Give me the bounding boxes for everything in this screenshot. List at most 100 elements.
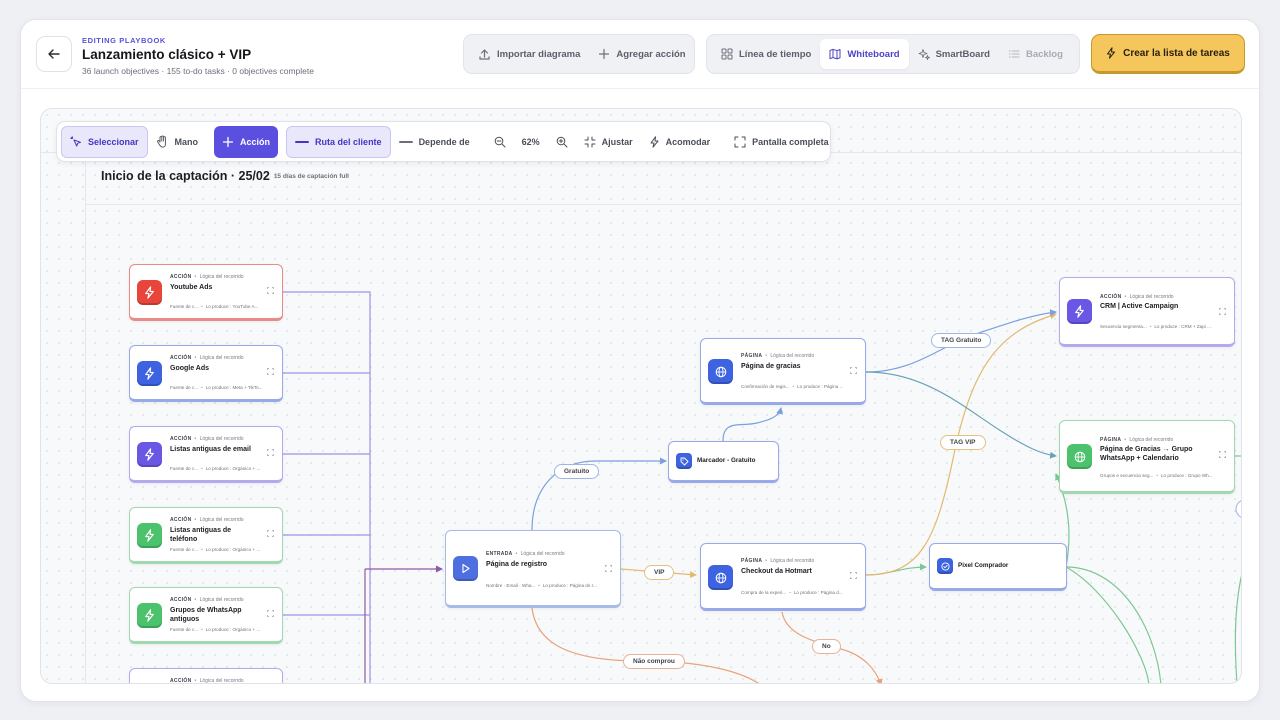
- tab-backlog[interactable]: Backlog: [999, 39, 1072, 69]
- expand-icon[interactable]: [850, 572, 857, 579]
- lightning-icon: [145, 529, 154, 542]
- expand-icon[interactable]: [267, 368, 274, 375]
- minimize-icon: [584, 136, 596, 147]
- hand-icon: [156, 135, 166, 148]
- play-icon: [462, 563, 470, 574]
- expand-icon[interactable]: [267, 287, 274, 294]
- dependency-line-icon: [398, 140, 413, 143]
- node-title: Marcador - Gratuito: [697, 456, 756, 464]
- node-icon: [708, 359, 733, 384]
- node-checkout-hotmart[interactable]: PÁGINA • Lógica del recorrido Checkout da …: [700, 543, 866, 611]
- arrange-label: Acomodar: [665, 136, 711, 147]
- fit-view-label: Ajustar: [601, 136, 633, 147]
- import-diagram-button[interactable]: Importar diagrama: [469, 39, 589, 69]
- expand-icon[interactable]: [605, 565, 612, 572]
- tab-timeline[interactable]: Línea de tiempo: [712, 39, 820, 69]
- node-title: Grupos de WhatsApp antiguos: [170, 607, 242, 623]
- hand-tool-button[interactable]: Mano: [148, 126, 207, 158]
- globe-icon: [715, 572, 726, 583]
- diagram-actions-group: Importar diagrama Agregar acción: [463, 34, 695, 74]
- lightning-icon: [145, 286, 154, 299]
- lightning-icon: [145, 367, 154, 380]
- tag-icon: [680, 457, 688, 465]
- zoom-in-icon: [556, 136, 568, 147]
- expand-icon[interactable]: [1219, 451, 1226, 458]
- tab-backlog-label: Backlog: [1025, 48, 1063, 60]
- lightning-icon: [145, 448, 154, 461]
- node-pagina-registro[interactable]: ENTRADA • Lógica del recorrido Página de r…: [445, 530, 621, 608]
- tab-whiteboard[interactable]: Whiteboard: [820, 39, 909, 69]
- add-action-label: Agregar acción: [616, 48, 686, 60]
- node-title: Youtube Ads: [170, 284, 213, 291]
- map-icon: [829, 48, 841, 60]
- upload-icon: [479, 48, 490, 60]
- fit-view-button[interactable]: Ajustar: [576, 126, 641, 158]
- select-tool-button[interactable]: Seleccionar: [61, 125, 148, 158]
- arrow-left-icon: [48, 49, 60, 59]
- edge-label-no[interactable]: No: [812, 639, 841, 654]
- tab-smartboard-label: SmartBoard: [935, 48, 990, 60]
- expand-icon[interactable]: [850, 367, 857, 374]
- add-action-tool-label: Acción: [240, 136, 271, 147]
- back-button[interactable]: [36, 36, 72, 72]
- canvas-toolbar: Seleccionar Mano Acción Ruta del cliente…: [56, 121, 831, 162]
- node-title: Listas antiguas de teléfono: [170, 527, 232, 543]
- globe-icon: [1074, 451, 1085, 462]
- node-title: Listas antiguas de email: [170, 446, 251, 453]
- node-icon: [708, 565, 733, 590]
- node-title: Página de registro: [486, 561, 548, 568]
- arrange-button[interactable]: Acomodar: [641, 126, 719, 158]
- add-action-button[interactable]: Agregar acción: [589, 39, 694, 69]
- create-task-list-button[interactable]: Crear la lista de tareas: [1091, 34, 1245, 74]
- customer-route-tool-button[interactable]: Ruta del cliente: [286, 125, 391, 158]
- node-gracias-grupo-whatsapp[interactable]: PÁGINA • Lógica del recorrido Página de Gr…: [1059, 420, 1235, 494]
- view-switcher: Línea de tiempo Whiteboard SmartBoard Ba…: [706, 34, 1080, 74]
- node-action-partial[interactable]: ACCIÓN • Lógica del recorrido: [129, 668, 283, 684]
- node-whatsapp-groups[interactable]: ACCIÓN • Lógica del recorrido Grupos de Wh…: [129, 587, 283, 644]
- depends-on-label: Depende de: [418, 136, 470, 147]
- customer-route-label: Ruta del cliente: [315, 136, 382, 147]
- edge-label-gratuito[interactable]: Gratuito: [554, 464, 600, 479]
- node-pagina-gracias[interactable]: PÁGINA • Lógica del recorrido Página de gr…: [700, 338, 866, 405]
- node-title: CRM | Active Campaign: [1100, 303, 1179, 310]
- edge-label-tag-gratuito[interactable]: TAG Gratuito: [931, 333, 992, 348]
- sparkles-icon: [918, 49, 930, 60]
- node-email-lists[interactable]: ACCIÓN • Lógica del recorrido Listas antig…: [129, 426, 283, 483]
- expand-icon[interactable]: [267, 610, 274, 617]
- node-marcador-gratuito[interactable]: Marcador - Gratuito: [668, 441, 779, 483]
- whiteboard-canvas[interactable]: Inicio de la captación · 25/02 15 días de…: [40, 108, 1242, 684]
- node-title: Google Ads: [170, 365, 210, 372]
- node-meta: ACCIÓN • Lógica del recorrido: [170, 597, 244, 603]
- fullscreen-button[interactable]: Pantalla completa: [726, 126, 837, 158]
- expand-icon[interactable]: [267, 449, 274, 456]
- node-youtube-ads[interactable]: ACCIÓN • Lógica del recorrido Youtube Ads …: [129, 264, 283, 321]
- node-meta: ACCIÓN • Lógica del recorrido: [1100, 294, 1174, 300]
- node-meta: ACCIÓN • Lógica del recorrido: [170, 355, 244, 361]
- zoom-out-button[interactable]: [486, 126, 514, 158]
- depends-on-tool-button[interactable]: Depende de: [391, 126, 478, 158]
- edge-label-tag-vip[interactable]: TAG VIP: [940, 435, 986, 450]
- node-icon: [137, 523, 162, 548]
- edge-label-nao-comprou[interactable]: Não comprou: [623, 654, 685, 669]
- node-meta: ACCIÓN • Lógica del recorrido: [170, 678, 244, 684]
- node-icon: [676, 453, 692, 469]
- node-icon: [453, 556, 478, 581]
- node-meta: ACCIÓN • Lógica del recorrido: [170, 517, 244, 523]
- expand-icon: [734, 136, 746, 147]
- node-pixel-comprador[interactable]: Pixel Comprador: [929, 543, 1067, 591]
- node-meta: ACCIÓN • Lógica del recorrido: [170, 436, 244, 442]
- expand-icon[interactable]: [1219, 308, 1226, 315]
- zoom-in-button[interactable]: [548, 126, 576, 158]
- node-google-ads[interactable]: ACCIÓN • Lógica del recorrido Google Ads F…: [129, 345, 283, 402]
- add-action-tool-button[interactable]: Acción: [214, 125, 279, 158]
- lightning-icon: [1075, 305, 1084, 318]
- page-title: Lanzamiento clásico + VIP: [82, 47, 252, 62]
- expand-icon[interactable]: [267, 530, 274, 537]
- plus-icon: [222, 136, 234, 147]
- edge-label-vip[interactable]: VIP: [644, 565, 675, 580]
- playbook-title-block: EDITING PLAYBOOK Lanzamiento clásico + V…: [82, 36, 314, 76]
- node-meta: ACCIÓN • Lógica del recorrido: [170, 274, 244, 280]
- node-phone-lists[interactable]: ACCIÓN • Lógica del recorrido Listas antig…: [129, 507, 283, 564]
- tab-smartboard[interactable]: SmartBoard: [909, 39, 999, 69]
- node-crm-active-campaign[interactable]: ACCIÓN • Lógica del recorrido CRM | Active…: [1059, 277, 1235, 347]
